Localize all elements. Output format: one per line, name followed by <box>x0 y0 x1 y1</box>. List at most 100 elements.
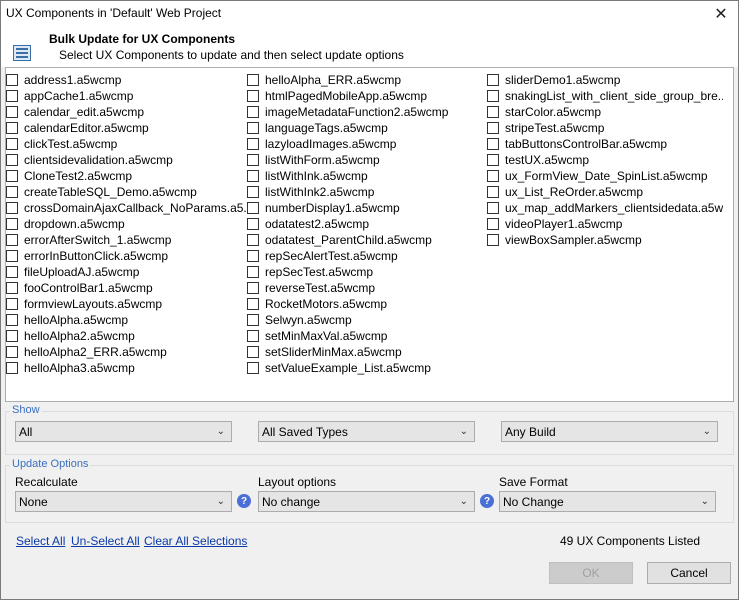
component-checkbox[interactable] <box>6 346 18 358</box>
component-list-item[interactable]: odatatest2.a5wcmp <box>247 216 487 232</box>
component-list-item[interactable]: Selwyn.a5wcmp <box>247 312 487 328</box>
component-checkbox[interactable] <box>6 186 18 198</box>
component-list-item[interactable]: videoPlayer1.a5wcmp <box>487 216 723 232</box>
component-list-item[interactable]: RocketMotors.a5wcmp <box>247 296 487 312</box>
component-checkbox[interactable] <box>487 234 499 246</box>
component-list-item[interactable]: listWithInk2.a5wcmp <box>247 184 487 200</box>
component-checkbox[interactable] <box>6 138 18 150</box>
save-format-select[interactable]: No Change ⌄ <box>499 491 716 512</box>
component-list-item[interactable]: numberDisplay1.a5wcmp <box>247 200 487 216</box>
component-list-item[interactable]: CloneTest2.a5wcmp <box>6 168 246 184</box>
component-checkbox[interactable] <box>487 218 499 230</box>
component-checkbox[interactable] <box>6 106 18 118</box>
component-list-item[interactable]: fileUploadAJ.a5wcmp <box>6 264 246 280</box>
component-checkbox[interactable] <box>487 74 499 86</box>
component-list-item[interactable]: ux_FormView_Date_SpinList.a5wcmp <box>487 168 723 184</box>
component-checkbox[interactable] <box>247 122 259 134</box>
cancel-button[interactable]: Cancel <box>647 562 731 584</box>
layout-help-icon[interactable]: ? <box>480 494 494 508</box>
component-checkbox[interactable] <box>6 314 18 326</box>
component-checkbox[interactable] <box>247 362 259 374</box>
component-list-item[interactable]: helloAlpha3.a5wcmp <box>6 360 246 376</box>
component-checkbox[interactable] <box>487 90 499 102</box>
clear-all-selections-link[interactable]: Clear All Selections <box>144 534 247 548</box>
build-select[interactable]: Any Build ⌄ <box>501 421 718 442</box>
component-checkbox[interactable] <box>6 218 18 230</box>
component-list-item[interactable]: stripeTest.a5wcmp <box>487 120 723 136</box>
component-list-item[interactable]: viewBoxSampler.a5wcmp <box>487 232 723 248</box>
component-list-item[interactable]: sliderDemo1.a5wcmp <box>487 72 723 88</box>
component-list-item[interactable]: imageMetadataFunction2.a5wcmp <box>247 104 487 120</box>
component-checkbox[interactable] <box>247 154 259 166</box>
component-list-item[interactable]: starColor.a5wcmp <box>487 104 723 120</box>
component-checkbox[interactable] <box>6 202 18 214</box>
component-list-item[interactable]: errorInButtonClick.a5wcmp <box>6 248 246 264</box>
component-list-item[interactable]: repSecTest.a5wcmp <box>247 264 487 280</box>
ok-button[interactable]: OK <box>549 562 633 584</box>
recalculate-select[interactable]: None ⌄ <box>15 491 232 512</box>
component-list-item[interactable]: appCache1.a5wcmp <box>6 88 246 104</box>
component-checkbox[interactable] <box>6 234 18 246</box>
component-checkbox[interactable] <box>487 106 499 118</box>
component-checkbox[interactable] <box>247 314 259 326</box>
component-list-item[interactable]: calendar_edit.a5wcmp <box>6 104 246 120</box>
component-list-item[interactable]: repSecAlertTest.a5wcmp <box>247 248 487 264</box>
component-list-item[interactable]: setSliderMinMax.a5wcmp <box>247 344 487 360</box>
component-list-item[interactable]: address1.a5wcmp <box>6 72 246 88</box>
component-checkbox[interactable] <box>6 298 18 310</box>
component-list-item[interactable]: fooControlBar1.a5wcmp <box>6 280 246 296</box>
component-checkbox[interactable] <box>247 74 259 86</box>
component-checkbox[interactable] <box>6 122 18 134</box>
component-checkbox[interactable] <box>247 346 259 358</box>
component-list-item[interactable]: snakingList_with_client_side_group_bre..… <box>487 88 723 104</box>
component-checkbox[interactable] <box>247 186 259 198</box>
component-list-item[interactable]: listWithForm.a5wcmp <box>247 152 487 168</box>
component-list-item[interactable]: listWithInk.a5wcmp <box>247 168 487 184</box>
component-list-item[interactable]: htmlPagedMobileApp.a5wcmp <box>247 88 487 104</box>
unselect-all-link[interactable]: Un-Select All <box>71 534 140 548</box>
component-checkbox[interactable] <box>6 90 18 102</box>
component-checkbox[interactable] <box>247 330 259 342</box>
component-list-item[interactable]: helloAlpha2.a5wcmp <box>6 328 246 344</box>
component-list-item[interactable]: createTableSQL_Demo.a5wcmp <box>6 184 246 200</box>
component-list-item[interactable]: dropdown.a5wcmp <box>6 216 246 232</box>
component-list-item[interactable]: ux_List_ReOrder.a5wcmp <box>487 184 723 200</box>
component-checkbox[interactable] <box>247 170 259 182</box>
component-checkbox[interactable] <box>487 186 499 198</box>
component-checkbox[interactable] <box>487 170 499 182</box>
component-checkbox[interactable] <box>6 282 18 294</box>
component-checkbox[interactable] <box>247 218 259 230</box>
show-type-select[interactable]: All ⌄ <box>15 421 232 442</box>
component-list-item[interactable]: setValueExample_List.a5wcmp <box>247 360 487 376</box>
component-checkbox[interactable] <box>6 330 18 342</box>
component-list-item[interactable]: odatatest_ParentChild.a5wcmp <box>247 232 487 248</box>
component-checkbox[interactable] <box>247 282 259 294</box>
component-checkbox[interactable] <box>6 362 18 374</box>
component-list-item[interactable]: clientsidevalidation.a5wcmp <box>6 152 246 168</box>
component-checkbox[interactable] <box>6 74 18 86</box>
component-list-item[interactable]: testUX.a5wcmp <box>487 152 723 168</box>
component-list-item[interactable]: clickTest.a5wcmp <box>6 136 246 152</box>
layout-options-select[interactable]: No change ⌄ <box>258 491 475 512</box>
select-all-link[interactable]: Select All <box>16 534 65 548</box>
component-list-item[interactable]: helloAlpha2_ERR.a5wcmp <box>6 344 246 360</box>
component-checkbox[interactable] <box>6 266 18 278</box>
component-list-item[interactable]: formviewLayouts.a5wcmp <box>6 296 246 312</box>
saved-types-select[interactable]: All Saved Types ⌄ <box>258 421 475 442</box>
component-checkbox[interactable] <box>247 106 259 118</box>
component-checkbox[interactable] <box>247 90 259 102</box>
component-checkbox[interactable] <box>6 154 18 166</box>
component-list-item[interactable]: lazyloadImages.a5wcmp <box>247 136 487 152</box>
component-checkbox[interactable] <box>247 298 259 310</box>
close-button[interactable]: ✕ <box>704 1 738 27</box>
component-checkbox[interactable] <box>247 202 259 214</box>
component-checkbox[interactable] <box>487 122 499 134</box>
component-list-item[interactable]: errorAfterSwitch_1.a5wcmp <box>6 232 246 248</box>
component-checkbox[interactable] <box>247 234 259 246</box>
component-list-item[interactable]: ux_map_addMarkers_clientsidedata.a5w... <box>487 200 723 216</box>
component-list-item[interactable]: setMinMaxVal.a5wcmp <box>247 328 487 344</box>
component-checkbox[interactable] <box>487 154 499 166</box>
component-list-item[interactable]: helloAlpha.a5wcmp <box>6 312 246 328</box>
component-checkbox[interactable] <box>247 266 259 278</box>
component-checkbox[interactable] <box>247 138 259 150</box>
